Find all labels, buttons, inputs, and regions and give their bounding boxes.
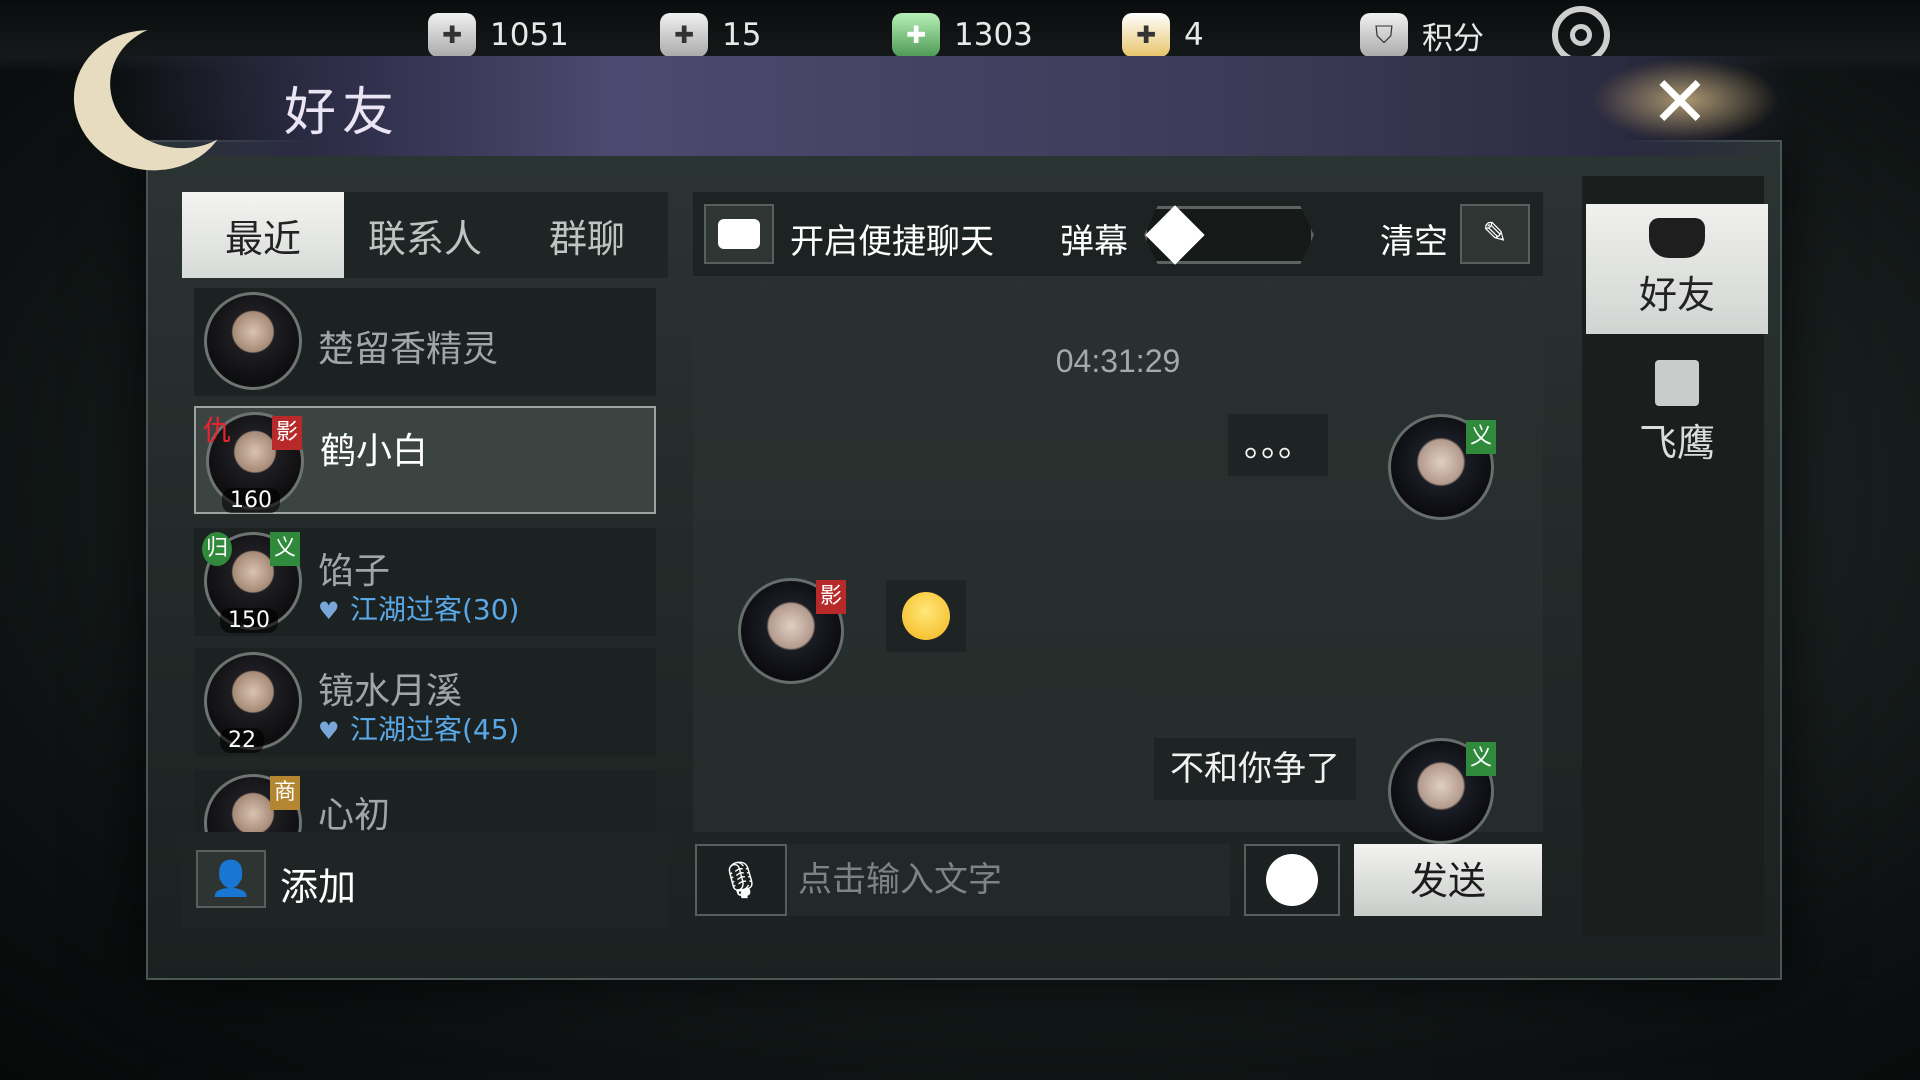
ingot-plus-icon: ✚ bbox=[660, 13, 708, 57]
smiley-face-icon bbox=[1266, 854, 1318, 906]
voice-input-button[interactable]: 🎙 bbox=[695, 844, 787, 916]
close-button[interactable]: ✕ bbox=[1630, 60, 1730, 144]
currency-coin-value: 1051 bbox=[490, 17, 569, 53]
level-badge: 160 bbox=[222, 488, 280, 513]
emoji-button[interactable] bbox=[1244, 844, 1340, 916]
level-badge: 22 bbox=[220, 728, 264, 753]
shadow-badge: 影 bbox=[272, 416, 302, 450]
teapot-icon bbox=[1649, 218, 1705, 258]
friend-name: 心初 bbox=[318, 795, 391, 832]
clear-button[interactable]: ✎ bbox=[1460, 204, 1530, 264]
shadow-badge: 影 bbox=[816, 580, 846, 614]
currency-ingot-value: 15 bbox=[722, 17, 762, 53]
friend-relation-text: 江湖过客(30) bbox=[350, 593, 520, 626]
friend-item[interactable]: 22 镜水月溪 ♥ 江湖过客(45) bbox=[194, 648, 656, 756]
add-friend-label[interactable]: 添加 bbox=[280, 856, 356, 911]
chat-message-in bbox=[886, 580, 966, 652]
scroll-icon bbox=[1655, 360, 1699, 406]
return-badge: 归 bbox=[202, 532, 232, 566]
treasure-cup-icon: ✚ bbox=[1122, 13, 1170, 57]
righteous-badge: 义 bbox=[1466, 420, 1496, 454]
friend-list[interactable]: 楚留香精灵 仇 影 160 鹤小白 归 义 150 馅子 ♥ 江湖过客(30) 2… bbox=[182, 282, 668, 832]
friend-name: 楚留香精灵 bbox=[318, 329, 499, 370]
window-title: 好友 bbox=[284, 83, 401, 143]
points-label: 积分 bbox=[1422, 20, 1484, 57]
jade-plus-icon: ✚ bbox=[892, 13, 940, 57]
friend-relation-text: 江湖过客(45) bbox=[350, 713, 520, 746]
righteous-badge: 义 bbox=[1466, 742, 1496, 776]
merchant-badge: 商 bbox=[270, 776, 300, 810]
send-button[interactable]: 发送 bbox=[1354, 844, 1542, 916]
chat-bubble-icon bbox=[718, 219, 760, 249]
close-icon: ✕ bbox=[1650, 61, 1710, 143]
tab-group-chat[interactable]: 群聊 bbox=[506, 192, 668, 278]
friend-item[interactable]: 商 心初 bbox=[194, 770, 656, 832]
heart-icon: ♥ bbox=[318, 597, 340, 625]
friend-relation: ♥ 江湖过客(30) bbox=[318, 588, 519, 628]
currency-coin[interactable]: ✚ 1051 bbox=[428, 10, 569, 60]
points-button[interactable]: ⛉ 积分 bbox=[1360, 10, 1484, 60]
chat-message-out: 不和你争了 bbox=[1154, 738, 1356, 800]
tab-contacts[interactable]: 联系人 bbox=[344, 192, 506, 278]
friend-item-selected[interactable]: 仇 影 160 鹤小白 bbox=[194, 406, 656, 514]
side-tab-friends[interactable]: 好友 bbox=[1586, 204, 1768, 334]
coin-plus-icon: ✚ bbox=[428, 13, 476, 57]
heart-icon: ♥ bbox=[318, 717, 340, 745]
currency-cup-value: 4 bbox=[1184, 17, 1204, 53]
chat-message-out: 。。。 bbox=[1228, 414, 1328, 476]
quick-chat-button[interactable] bbox=[704, 204, 774, 264]
side-tab-label: 飞鹰 bbox=[1638, 421, 1715, 465]
friend-item[interactable]: 归 义 150 馅子 ♥ 江湖过客(30) bbox=[194, 528, 656, 636]
chat-timestamp: 04:31:29 bbox=[740, 334, 1496, 388]
righteous-badge: 义 bbox=[270, 532, 300, 566]
friend-name: 馅子 bbox=[318, 551, 391, 592]
chat-input[interactable] bbox=[788, 844, 1230, 916]
smile-emoji-icon bbox=[902, 592, 950, 640]
currency-cup[interactable]: ✚ 4 bbox=[1122, 10, 1204, 60]
add-user-icon: 👤 bbox=[209, 859, 253, 899]
friend-name: 鹤小白 bbox=[320, 431, 429, 472]
tab-recent[interactable]: 最近 bbox=[182, 192, 344, 278]
avatar bbox=[204, 292, 302, 390]
shield-icon: ⛉ bbox=[1360, 13, 1408, 57]
friend-name: 镜水月溪 bbox=[318, 671, 463, 712]
currency-jade-value: 1303 bbox=[954, 17, 1033, 53]
friend-item[interactable]: 楚留香精灵 bbox=[194, 288, 656, 396]
friend-tabs: 最近 联系人 群聊 bbox=[182, 192, 668, 278]
quick-chat-label[interactable]: 开启便捷聊天 bbox=[790, 214, 994, 263]
enemy-badge: 仇 bbox=[202, 414, 231, 447]
add-friend-button[interactable]: 👤 bbox=[196, 850, 266, 908]
currency-ingot[interactable]: ✚ 15 bbox=[660, 10, 761, 60]
friend-relation: ♥ 江湖过客(45) bbox=[318, 708, 519, 748]
side-tab-label: 好友 bbox=[1638, 273, 1715, 317]
danmu-label: 弹幕 bbox=[1060, 222, 1128, 262]
eraser-icon: ✎ bbox=[1482, 216, 1508, 251]
clear-label: 清空 bbox=[1380, 222, 1448, 262]
side-tab-mail[interactable]: 飞鹰 bbox=[1586, 346, 1768, 476]
currency-jade[interactable]: ✚ 1303 bbox=[892, 10, 1033, 60]
microphone-icon: 🎙 bbox=[718, 860, 764, 901]
level-badge: 150 bbox=[220, 608, 278, 633]
